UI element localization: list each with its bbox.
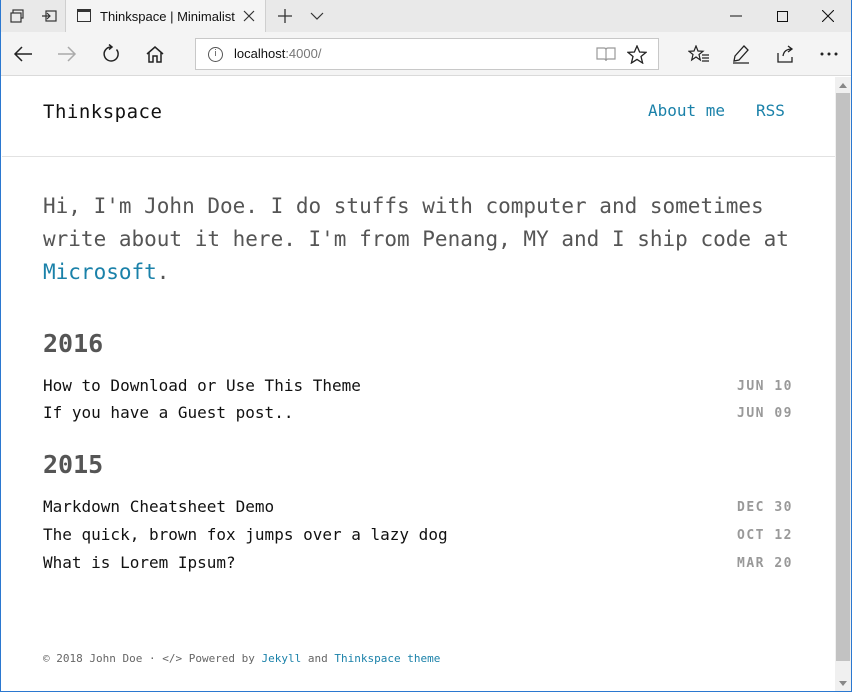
minimize-icon[interactable]: [713, 0, 759, 32]
maximize-icon[interactable]: [759, 0, 805, 32]
back-icon[interactable]: [3, 36, 43, 72]
footer-theme-link[interactable]: Thinkspace theme: [334, 652, 440, 665]
scroll-down-icon[interactable]: [835, 675, 851, 691]
post-title[interactable]: How to Download or Use This Theme: [43, 376, 361, 395]
pen-icon[interactable]: [721, 36, 761, 72]
intro-link-microsoft[interactable]: Microsoft: [43, 260, 157, 284]
favorite-star-icon[interactable]: [626, 44, 648, 68]
post-date: OCT 12: [737, 528, 793, 543]
tab-active[interactable]: Thinkspace | Minimalist: [65, 0, 266, 32]
more-icon[interactable]: [809, 36, 849, 72]
close-window-icon[interactable]: [805, 0, 851, 32]
page-content: Thinkspace About me RSS Hi, I'm John Doe…: [2, 77, 835, 691]
refresh-icon[interactable]: [91, 36, 131, 72]
nav-rss-link[interactable]: RSS: [756, 101, 785, 120]
post-date: MAR 20: [737, 556, 793, 571]
chevron-down-icon[interactable]: [301, 0, 333, 32]
tab-bar: Thinkspace | Minimalist: [1, 0, 851, 32]
favorites-hub-icon[interactable]: [679, 36, 719, 72]
intro-paragraph: Hi, I'm John Doe. I do stuffs with compu…: [43, 190, 803, 289]
post-date: DEC 30: [737, 500, 793, 515]
post-item[interactable]: How to Download or Use This Theme JUN 10: [43, 376, 793, 400]
site-title[interactable]: Thinkspace: [43, 101, 162, 123]
post-item[interactable]: Markdown Cheatsheet Demo DEC 30: [43, 497, 793, 521]
address-text[interactable]: localhost:4000/: [234, 46, 321, 61]
post-item[interactable]: What is Lorem Ipsum? MAR 20: [43, 553, 793, 577]
post-item[interactable]: The quick, brown fox jumps over a lazy d…: [43, 525, 793, 549]
intro-text: Hi, I'm John Doe. I do stuffs with compu…: [43, 194, 789, 251]
address-bar[interactable]: i localhost:4000/: [195, 38, 659, 70]
set-tabs-aside-icon[interactable]: [33, 0, 65, 32]
post-date: JUN 09: [737, 406, 793, 421]
navigation-bar: i localhost:4000/: [1, 32, 851, 76]
year-heading: 2016: [43, 329, 104, 358]
post-title[interactable]: If you have a Guest post..: [43, 403, 293, 422]
close-tab-icon[interactable]: [241, 8, 257, 24]
address-path: :4000/: [285, 46, 322, 61]
footer-and-text: and: [301, 652, 335, 665]
address-host: localhost: [234, 46, 286, 61]
post-title[interactable]: The quick, brown fox jumps over a lazy d…: [43, 525, 448, 544]
year-heading: 2015: [43, 450, 104, 479]
nav-about-link[interactable]: About me: [648, 101, 725, 120]
post-date: JUN 10: [737, 379, 793, 394]
page-icon: [77, 9, 91, 22]
browser-window: Thinkspace | Minimalist i localhost:4000…: [0, 0, 852, 692]
footer-text: © 2018 John Doe · </> Powered by: [43, 652, 262, 665]
post-item[interactable]: If you have a Guest post.. JUN 09: [43, 403, 793, 427]
post-title[interactable]: What is Lorem Ipsum?: [43, 553, 236, 572]
tab-actions-icon[interactable]: [1, 0, 33, 32]
forward-icon[interactable]: [47, 36, 87, 72]
reading-view-icon[interactable]: [596, 46, 616, 66]
info-icon[interactable]: i: [208, 47, 223, 62]
post-title[interactable]: Markdown Cheatsheet Demo: [43, 497, 274, 516]
site-footer: © 2018 John Doe · </> Powered by Jekyll …: [43, 652, 440, 665]
tab-title: Thinkspace | Minimalist: [100, 8, 235, 24]
home-icon[interactable]: [135, 36, 175, 72]
scroll-up-icon[interactable]: [835, 77, 851, 93]
scroll-thumb[interactable]: [836, 93, 850, 661]
footer-jekyll-link[interactable]: Jekyll: [262, 652, 302, 665]
share-icon[interactable]: [765, 36, 805, 72]
new-tab-icon[interactable]: [269, 0, 301, 32]
vertical-scrollbar[interactable]: [835, 77, 851, 691]
site-header: Thinkspace About me RSS: [2, 77, 835, 157]
intro-text-end: .: [156, 260, 170, 284]
